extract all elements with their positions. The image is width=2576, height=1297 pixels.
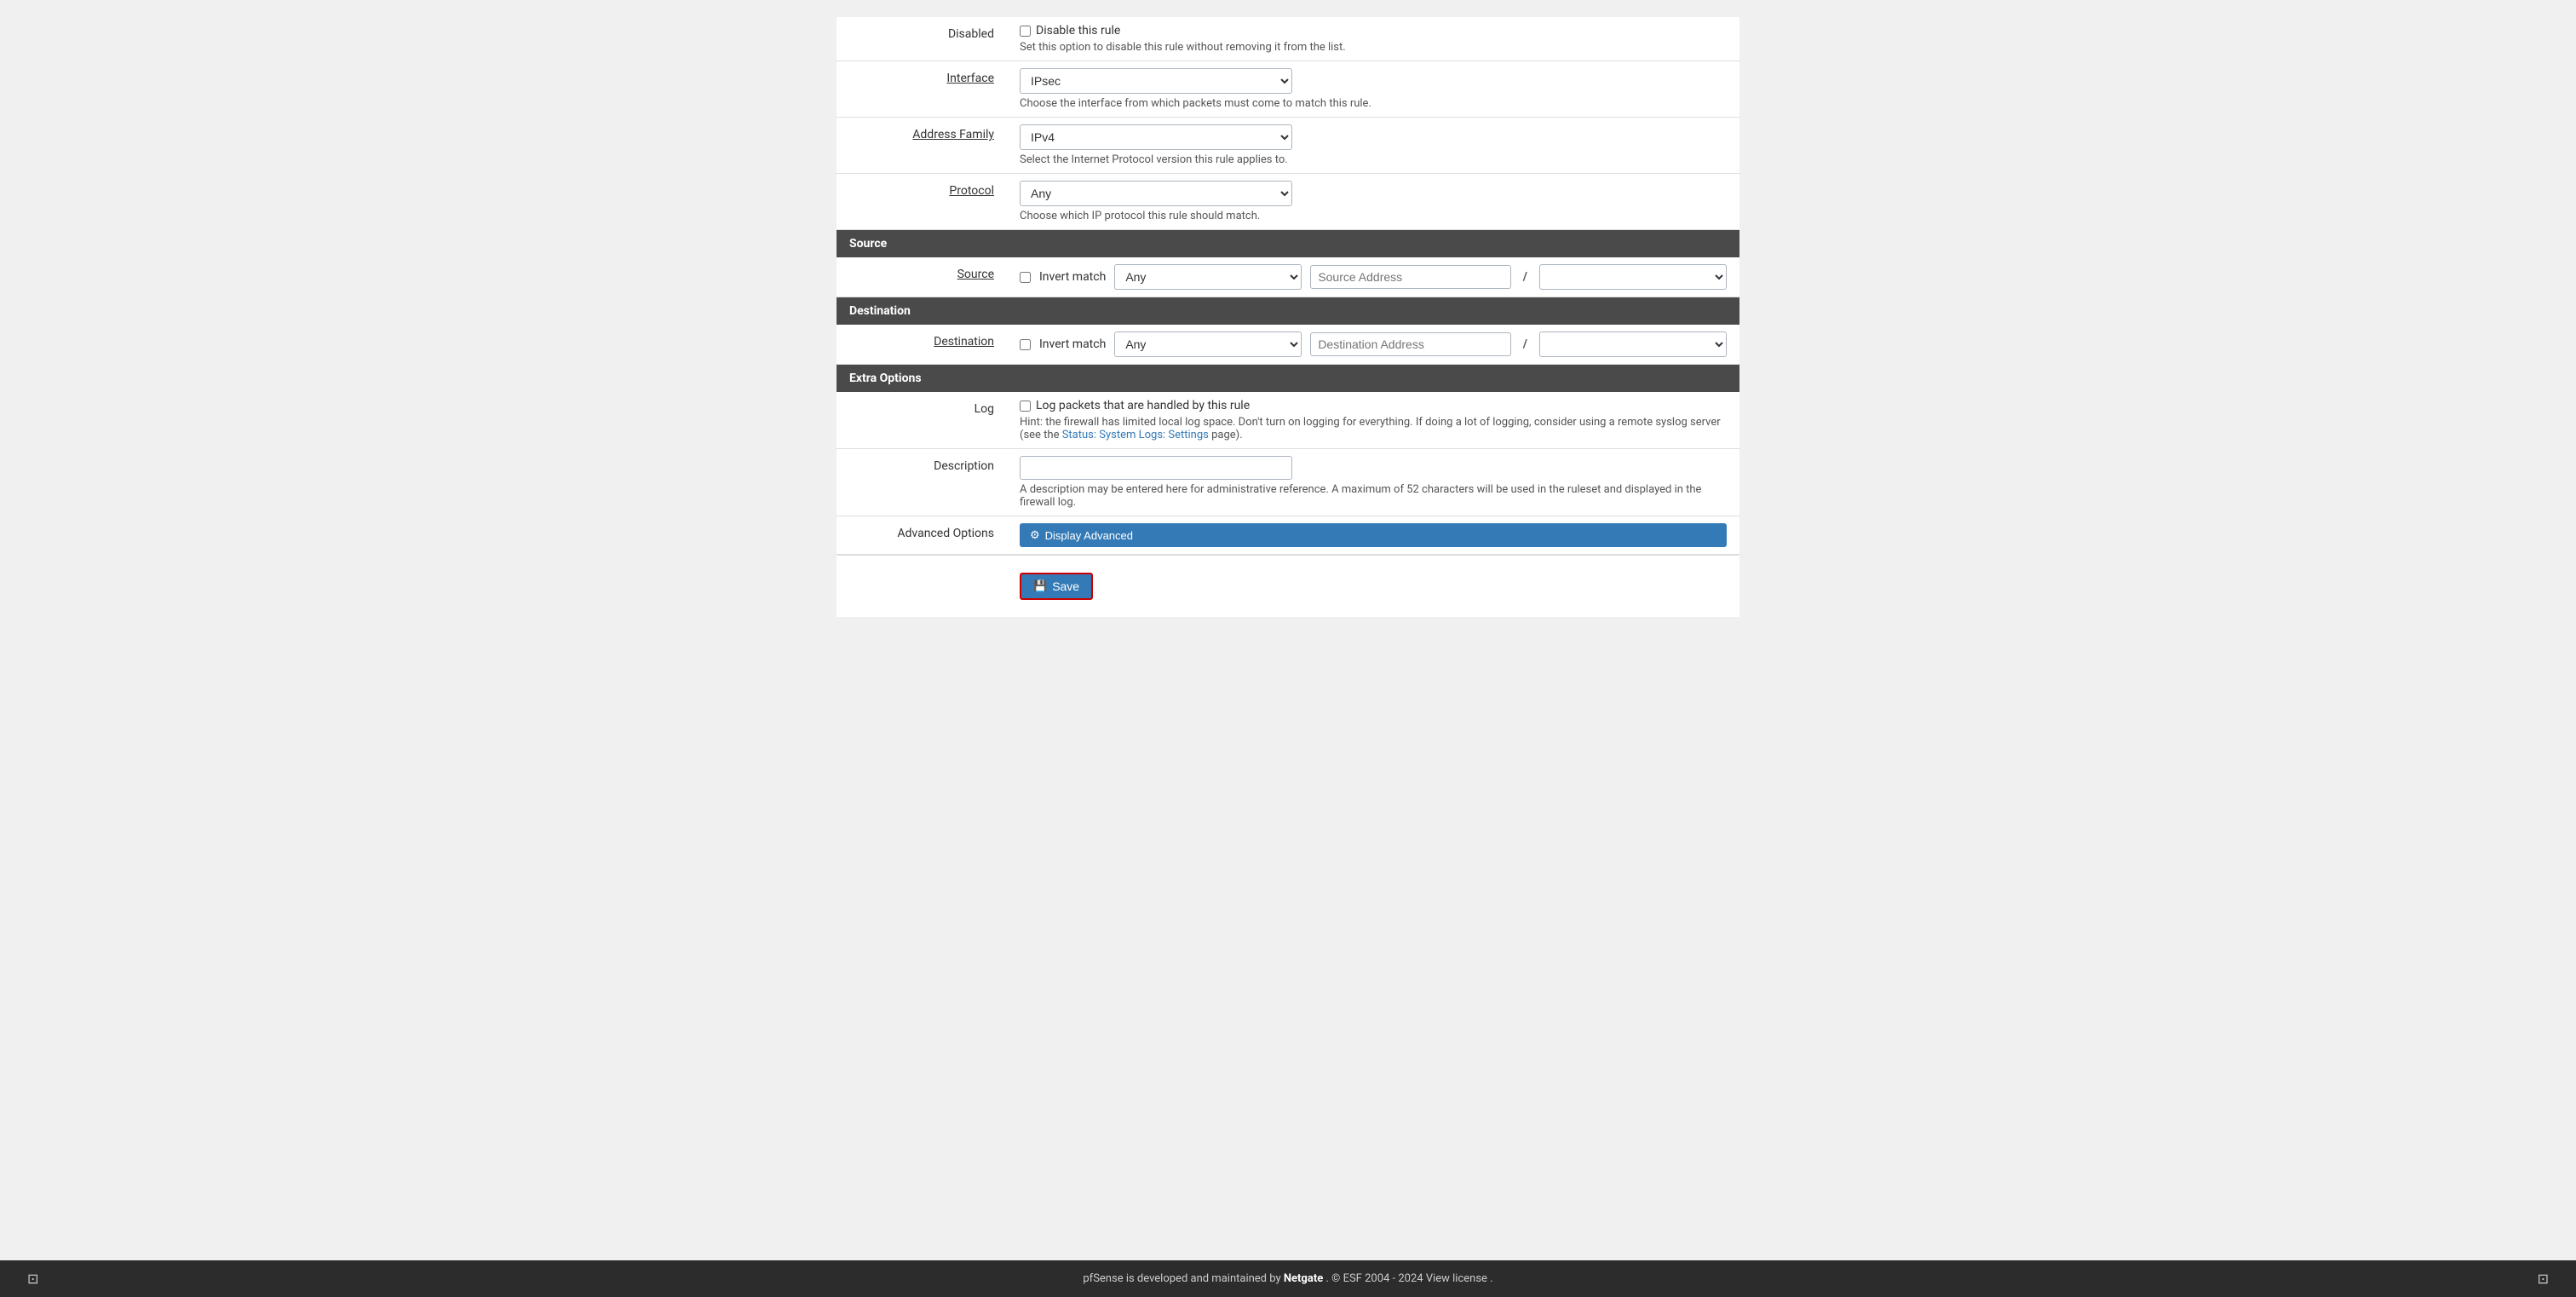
description-helper: A description may be entered here for ad… xyxy=(1020,483,1727,509)
source-label-cell: Source xyxy=(837,257,1007,297)
source-invert-checkbox[interactable] xyxy=(1020,272,1031,283)
log-hint-end: page). xyxy=(1209,429,1243,441)
disabled-helper: Set this option to disable this rule wit… xyxy=(1020,41,1727,54)
footer: ⊡ pfSense is developed and maintained by… xyxy=(0,1260,2576,1297)
interface-label[interactable]: Interface xyxy=(946,72,994,85)
protocol-row: Protocol Any TCP UDP TCP/UDP ICMP ESP AH… xyxy=(837,174,1739,230)
disabled-value-cell: Disable this rule Set this option to dis… xyxy=(1007,17,1739,61)
footer-period: . xyxy=(1490,1272,1492,1285)
footer-icons-container: ⊡ pfSense is developed and maintained by… xyxy=(10,1271,2566,1287)
destination-subnet-select[interactable]: 8 16 24 32 xyxy=(1539,331,1727,357)
destination-invert-checkbox[interactable] xyxy=(1020,339,1031,350)
footer-copyright: . © ESF 2004 - 2024 xyxy=(1325,1272,1425,1285)
log-row: Log Log packets that are handled by this… xyxy=(837,392,1739,449)
destination-row: Destination Invert match Any Single host… xyxy=(837,325,1739,365)
description-value-cell: A description may be entered here for ad… xyxy=(1007,449,1739,516)
log-hint: Hint: the firewall has limited local log… xyxy=(1020,416,1727,441)
advanced-options-label-cell: Advanced Options xyxy=(837,516,1007,554)
display-advanced-button[interactable]: ⚙ Display Advanced xyxy=(1020,523,1727,547)
source-address-input[interactable] xyxy=(1310,265,1510,289)
protocol-helper: Choose which IP protocol this rule shoul… xyxy=(1020,210,1727,222)
save-row: 💾 Save xyxy=(837,555,1739,617)
save-button[interactable]: 💾 Save xyxy=(1020,573,1093,600)
interface-label-cell: Interface xyxy=(837,61,1007,117)
source-section-title: Source xyxy=(837,230,1739,257)
extra-options-section-title: Extra Options xyxy=(837,365,1739,392)
source-value-cell: Invert match Any Single host or alias Ne… xyxy=(1007,257,1739,297)
footer-center: pfSense is developed and maintained by N… xyxy=(38,1272,2537,1285)
address-family-value-cell: IPv4 IPv6 IPv4+IPv6 Select the Internet … xyxy=(1007,118,1739,173)
save-button-label: Save xyxy=(1052,579,1079,593)
destination-type-select[interactable]: Any Single host or alias Network LAN sub… xyxy=(1114,331,1302,357)
protocol-select[interactable]: Any TCP UDP TCP/UDP ICMP ESP AH GRE IGMP… xyxy=(1020,181,1292,206)
source-subnet-select[interactable]: 8 16 24 32 xyxy=(1539,264,1727,290)
protocol-label[interactable]: Protocol xyxy=(949,184,994,198)
destination-label[interactable]: Destination xyxy=(934,335,994,349)
address-family-select[interactable]: IPv4 IPv6 IPv4+IPv6 xyxy=(1020,124,1292,150)
log-checkbox-row: Log packets that are handled by this rul… xyxy=(1020,399,1727,412)
gear-icon: ⚙ xyxy=(1030,528,1040,542)
destination-controls: Invert match Any Single host or alias Ne… xyxy=(1020,331,1727,357)
disable-rule-label[interactable]: Disable this rule xyxy=(1036,24,1120,37)
destination-slash: / xyxy=(1520,337,1531,351)
description-label: Description xyxy=(934,459,994,473)
address-family-helper: Select the Internet Protocol version thi… xyxy=(1020,153,1727,166)
interface-value-cell: IPsec WAN LAN VLAN10 Choose the interfac… xyxy=(1007,61,1739,117)
footer-text-middle: is developed and maintained by xyxy=(1126,1272,1284,1285)
log-checkbox-label[interactable]: Log packets that are handled by this rul… xyxy=(1036,399,1250,412)
disabled-label-text: Disabled xyxy=(948,27,994,41)
protocol-value-cell: Any TCP UDP TCP/UDP ICMP ESP AH GRE IGMP… xyxy=(1007,174,1739,229)
advanced-options-label: Advanced Options xyxy=(897,527,994,540)
destination-section-header: Destination xyxy=(837,297,1739,325)
advanced-options-row: Advanced Options ⚙ Display Advanced xyxy=(837,516,1739,555)
footer-right-icon[interactable]: ⊡ xyxy=(2538,1271,2549,1287)
disabled-label: Disabled xyxy=(837,17,1007,61)
disabled-checkbox-row: Disable this rule xyxy=(1020,24,1727,37)
log-value-cell: Log packets that are handled by this rul… xyxy=(1007,392,1739,448)
destination-invert-label[interactable]: Invert match xyxy=(1039,337,1106,351)
interface-row: Interface IPsec WAN LAN VLAN10 Choose th… xyxy=(837,61,1739,118)
display-advanced-label: Display Advanced xyxy=(1045,529,1133,542)
footer-view-license-link[interactable]: View license xyxy=(1426,1272,1487,1285)
interface-select[interactable]: IPsec WAN LAN VLAN10 xyxy=(1020,68,1292,94)
log-label: Log xyxy=(975,402,994,416)
extra-options-section-header: Extra Options xyxy=(837,365,1739,392)
advanced-options-value-cell: ⚙ Display Advanced xyxy=(1007,516,1739,554)
footer-left-icon[interactable]: ⊡ xyxy=(27,1271,38,1287)
source-slash: / xyxy=(1520,270,1531,284)
footer-brand: Netgate xyxy=(1284,1272,1323,1285)
destination-address-input[interactable] xyxy=(1310,332,1510,356)
disable-rule-checkbox[interactable] xyxy=(1020,26,1031,37)
description-input[interactable] xyxy=(1020,456,1292,480)
source-type-select[interactable]: Any Single host or alias Network LAN sub… xyxy=(1114,264,1302,290)
description-label-cell: Description xyxy=(837,449,1007,516)
description-row: Description A description may be entered… xyxy=(837,449,1739,516)
destination-value-cell: Invert match Any Single host or alias Ne… xyxy=(1007,325,1739,364)
disabled-row: Disabled Disable this rule Set this opti… xyxy=(837,17,1739,61)
address-family-label-cell: Address Family xyxy=(837,118,1007,173)
address-family-row: Address Family IPv4 IPv6 IPv4+IPv6 Selec… xyxy=(837,118,1739,174)
footer-pfsense: pfSense xyxy=(1083,1272,1123,1285)
log-checkbox[interactable] xyxy=(1020,401,1031,412)
destination-section-title: Destination xyxy=(837,297,1739,325)
source-section-header: Source xyxy=(837,230,1739,257)
interface-helper: Choose the interface from which packets … xyxy=(1020,97,1727,110)
save-icon: 💾 xyxy=(1033,579,1047,593)
destination-label-cell: Destination xyxy=(837,325,1007,364)
log-hint-link[interactable]: Status: System Logs: Settings xyxy=(1062,429,1209,441)
log-label-cell: Log xyxy=(837,392,1007,448)
protocol-label-cell: Protocol xyxy=(837,174,1007,229)
source-controls: Invert match Any Single host or alias Ne… xyxy=(1020,264,1727,290)
address-family-label[interactable]: Address Family xyxy=(912,128,994,141)
source-invert-label[interactable]: Invert match xyxy=(1039,270,1106,284)
source-row: Source Invert match Any Single host or a… xyxy=(837,257,1739,297)
source-label[interactable]: Source xyxy=(957,268,994,281)
